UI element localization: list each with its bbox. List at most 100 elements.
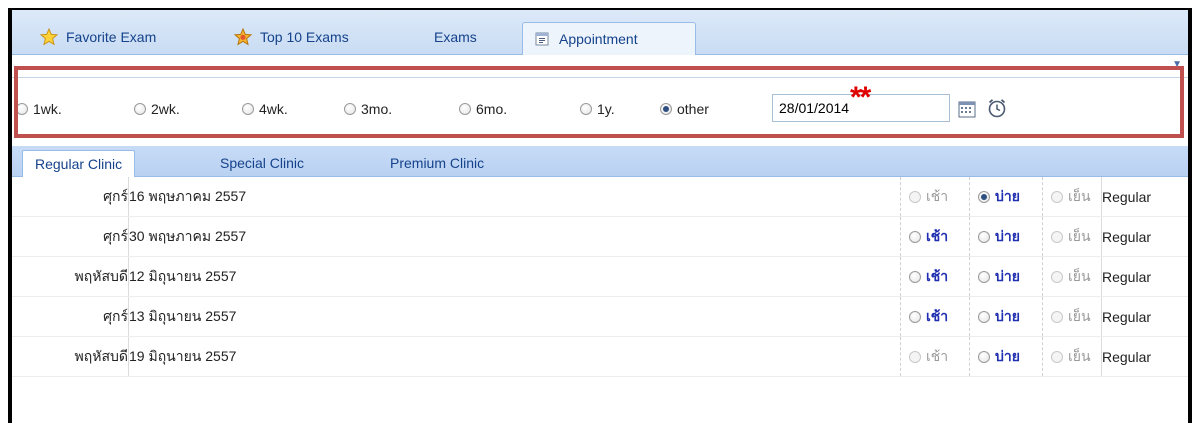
morning-slot-cell: เช้า [900, 177, 970, 217]
slot-label: เช้า [926, 347, 949, 364]
radio-label: 1wk. [33, 101, 62, 117]
radio-icon [459, 103, 471, 115]
radio-icon [1051, 190, 1063, 203]
radio-label: 4wk. [259, 101, 288, 117]
day-cell: พฤหัสบดี [12, 336, 129, 377]
toolbar-strip: ▼ [12, 55, 1188, 78]
radio-icon [1051, 350, 1063, 363]
date-cell: 13 มิถุนายน 2557 [128, 296, 901, 337]
slot-label: บ่าย [995, 267, 1020, 284]
radio-icon [1051, 310, 1063, 323]
afternoon-slot-radio[interactable]: บ่าย [970, 346, 1020, 368]
evening-slot-cell: เย็น [1042, 256, 1102, 297]
slot-label: บ่าย [995, 187, 1020, 204]
tab-premium-clinic[interactable]: Premium Clinic [390, 150, 484, 176]
radio-icon [909, 350, 921, 363]
evening-slot-radio: เย็น [1043, 266, 1091, 288]
slot-label: เย็น [1068, 227, 1091, 244]
radio-icon [978, 310, 990, 323]
interval-radio-1wk[interactable]: 1wk. [16, 101, 62, 117]
appointment-window: Favorite Exam Top 10 Exams Exams Appoint… [8, 8, 1192, 423]
evening-slot-cell: เย็น [1042, 296, 1102, 337]
slot-label: เช้า [926, 267, 949, 284]
morning-slot-radio[interactable]: เช้า [901, 266, 948, 288]
radio-icon [1051, 230, 1063, 243]
evening-slot-radio: เย็น [1043, 226, 1091, 248]
afternoon-slot-radio[interactable]: บ่าย [970, 306, 1020, 328]
evening-slot-cell: เย็น [1042, 216, 1102, 257]
appointment-table: ศุกร์ 16 พฤษภาคม 2557 เช้า บ่าย เย็น Regular ศ… [12, 177, 1188, 377]
radio-label: 6mo. [476, 101, 508, 117]
radio-icon [909, 230, 921, 243]
clinic-type-cell: Regular [1101, 177, 1188, 217]
interval-radio-6mo[interactable]: 6mo. [459, 101, 507, 117]
day-cell: ศุกร์ [12, 296, 129, 337]
tab-special-clinic[interactable]: Special Clinic [220, 150, 304, 176]
morning-slot-cell: เช้า [900, 216, 970, 257]
day-cell: ศุกร์ [12, 177, 129, 217]
radio-icon [660, 103, 672, 115]
morning-slot-cell: เช้า [900, 256, 970, 297]
radio-icon [344, 103, 356, 115]
morning-slot-radio[interactable]: เช้า [901, 226, 948, 248]
afternoon-slot-radio[interactable]: บ่าย [970, 186, 1020, 208]
tab-exams[interactable]: Exams [424, 22, 487, 52]
radio-icon [580, 103, 592, 115]
tab-regular-clinic[interactable]: Regular Clinic [22, 150, 136, 177]
alarm-clock-icon[interactable] [986, 97, 1008, 119]
day-cell: พฤหัสบดี [12, 256, 129, 297]
slot-label: บ่าย [995, 307, 1020, 324]
interval-radio-other[interactable]: other [660, 101, 709, 117]
slot-label: เช้า [926, 307, 949, 324]
calendar-icon[interactable] [958, 100, 976, 118]
tab-top-10-exams[interactable]: Top 10 Exams [224, 22, 359, 52]
interval-radio-1y[interactable]: 1y. [580, 101, 615, 117]
tab-label: Premium Clinic [390, 155, 485, 171]
radio-icon [242, 103, 254, 115]
radio-icon [134, 103, 146, 115]
tab-appointment[interactable]: Appointment [522, 22, 696, 55]
main-tab-bar: Favorite Exam Top 10 Exams Exams Appoint… [12, 10, 1188, 55]
date-cell: 19 มิถุนายน 2557 [128, 336, 901, 377]
afternoon-slot-radio[interactable]: บ่าย [970, 266, 1020, 288]
radio-icon [16, 103, 28, 115]
slot-label: เย็น [1068, 347, 1091, 364]
tab-label: Top 10 Exams [260, 29, 349, 45]
radio-label: other [677, 101, 709, 117]
afternoon-slot-cell: บ่าย [969, 256, 1043, 297]
morning-slot-radio: เช้า [901, 346, 948, 368]
tab-label: Special Clinic [220, 155, 305, 171]
morning-slot-cell: เช้า [900, 336, 970, 377]
interval-radio-3mo[interactable]: 3mo. [344, 101, 392, 117]
table-row: พฤหัสบดี 12 มิถุนายน 2557 เช้า บ่าย เย็น Regu… [12, 256, 1188, 297]
radio-icon [978, 270, 990, 283]
annotation-marker: ** [850, 81, 871, 114]
collapse-arrow-icon[interactable]: ▼ [1172, 59, 1182, 70]
star-icon [40, 28, 58, 46]
clinic-type-cell: Regular [1101, 216, 1188, 257]
morning-slot-radio: เช้า [901, 186, 948, 208]
calendar-doc-icon [533, 30, 551, 48]
slot-label: เย็น [1068, 307, 1091, 324]
interval-radio-2wk[interactable]: 2wk. [134, 101, 180, 117]
slot-label: เช้า [926, 187, 949, 204]
afternoon-slot-cell: บ่าย [969, 336, 1043, 377]
badge-star-icon [234, 28, 252, 46]
table-row: ศุกร์ 30 พฤษภาคม 2557 เช้า บ่าย เย็น Regular [12, 216, 1188, 257]
evening-slot-radio: เย็น [1043, 346, 1091, 368]
radio-icon [909, 310, 921, 323]
interval-radio-4wk[interactable]: 4wk. [242, 101, 288, 117]
date-cell: 16 พฤษภาคม 2557 [128, 177, 901, 217]
radio-label: 3mo. [361, 101, 393, 117]
radio-icon [1051, 270, 1063, 283]
afternoon-slot-radio[interactable]: บ่าย [970, 226, 1020, 248]
afternoon-slot-cell: บ่าย [969, 296, 1043, 337]
tab-favorite-exam[interactable]: Favorite Exam [30, 22, 166, 52]
day-cell: ศุกร์ [12, 216, 129, 257]
afternoon-slot-cell: บ่าย [969, 216, 1043, 257]
clinic-tab-bar: Regular Clinic Special Clinic Premium Cl… [12, 146, 1188, 177]
radio-icon [978, 230, 990, 243]
date-cell: 12 มิถุนายน 2557 [128, 256, 901, 297]
slot-label: เย็น [1068, 187, 1091, 204]
morning-slot-radio[interactable]: เช้า [901, 306, 948, 328]
